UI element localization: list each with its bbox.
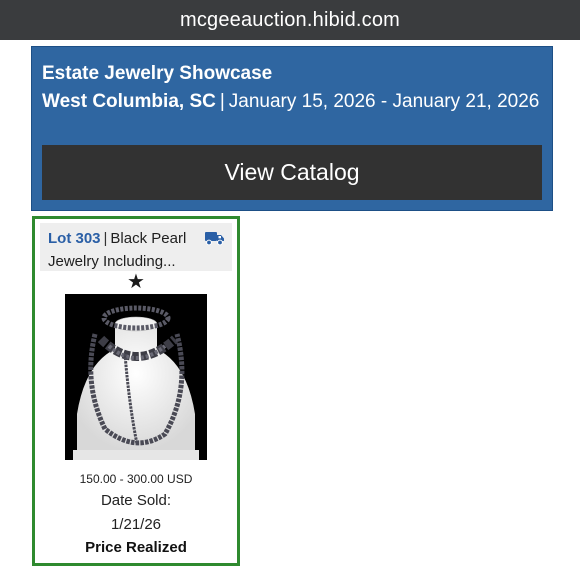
lot-card[interactable]: Lot 303 | Black Pearl Jewelry Including...… bbox=[32, 216, 240, 566]
auction-location: West Columbia, SC bbox=[42, 91, 216, 112]
auction-dates: January 15, 2026 - January 21, 2026 bbox=[228, 91, 540, 112]
view-catalog-button[interactable]: View Catalog bbox=[42, 145, 542, 200]
lot-image[interactable] bbox=[65, 294, 207, 460]
auction-meta: West Columbia, SC | January 15, 2026 - Jan… bbox=[42, 88, 542, 116]
url-text: mcgeeauction.hibid.com bbox=[179, 8, 401, 31]
meta-separator: | bbox=[219, 91, 225, 112]
date-sold-value: 1/21/26 bbox=[110, 516, 162, 533]
lot-header: Lot 303 | Black Pearl Jewelry Including... bbox=[40, 223, 232, 271]
date-sold-label: Date Sold: bbox=[100, 492, 172, 509]
favorite-star-icon[interactable]: ★ bbox=[35, 269, 237, 295]
pearl-jewelry-photo bbox=[65, 294, 207, 460]
price-realized-status: Price Realized bbox=[85, 539, 187, 556]
lot-separator: | bbox=[103, 230, 108, 247]
estimate-range: 150.00 - 300.00 USD bbox=[79, 472, 193, 486]
auction-header: Estate Jewelry Showcase West Columbia, S… bbox=[31, 46, 553, 211]
address-bar[interactable]: mcgeeauction.hibid.com bbox=[0, 0, 580, 40]
lot-number[interactable]: Lot 303 bbox=[48, 230, 101, 247]
auction-title[interactable]: Estate Jewelry Showcase bbox=[42, 60, 542, 88]
truck-icon bbox=[205, 232, 224, 246]
